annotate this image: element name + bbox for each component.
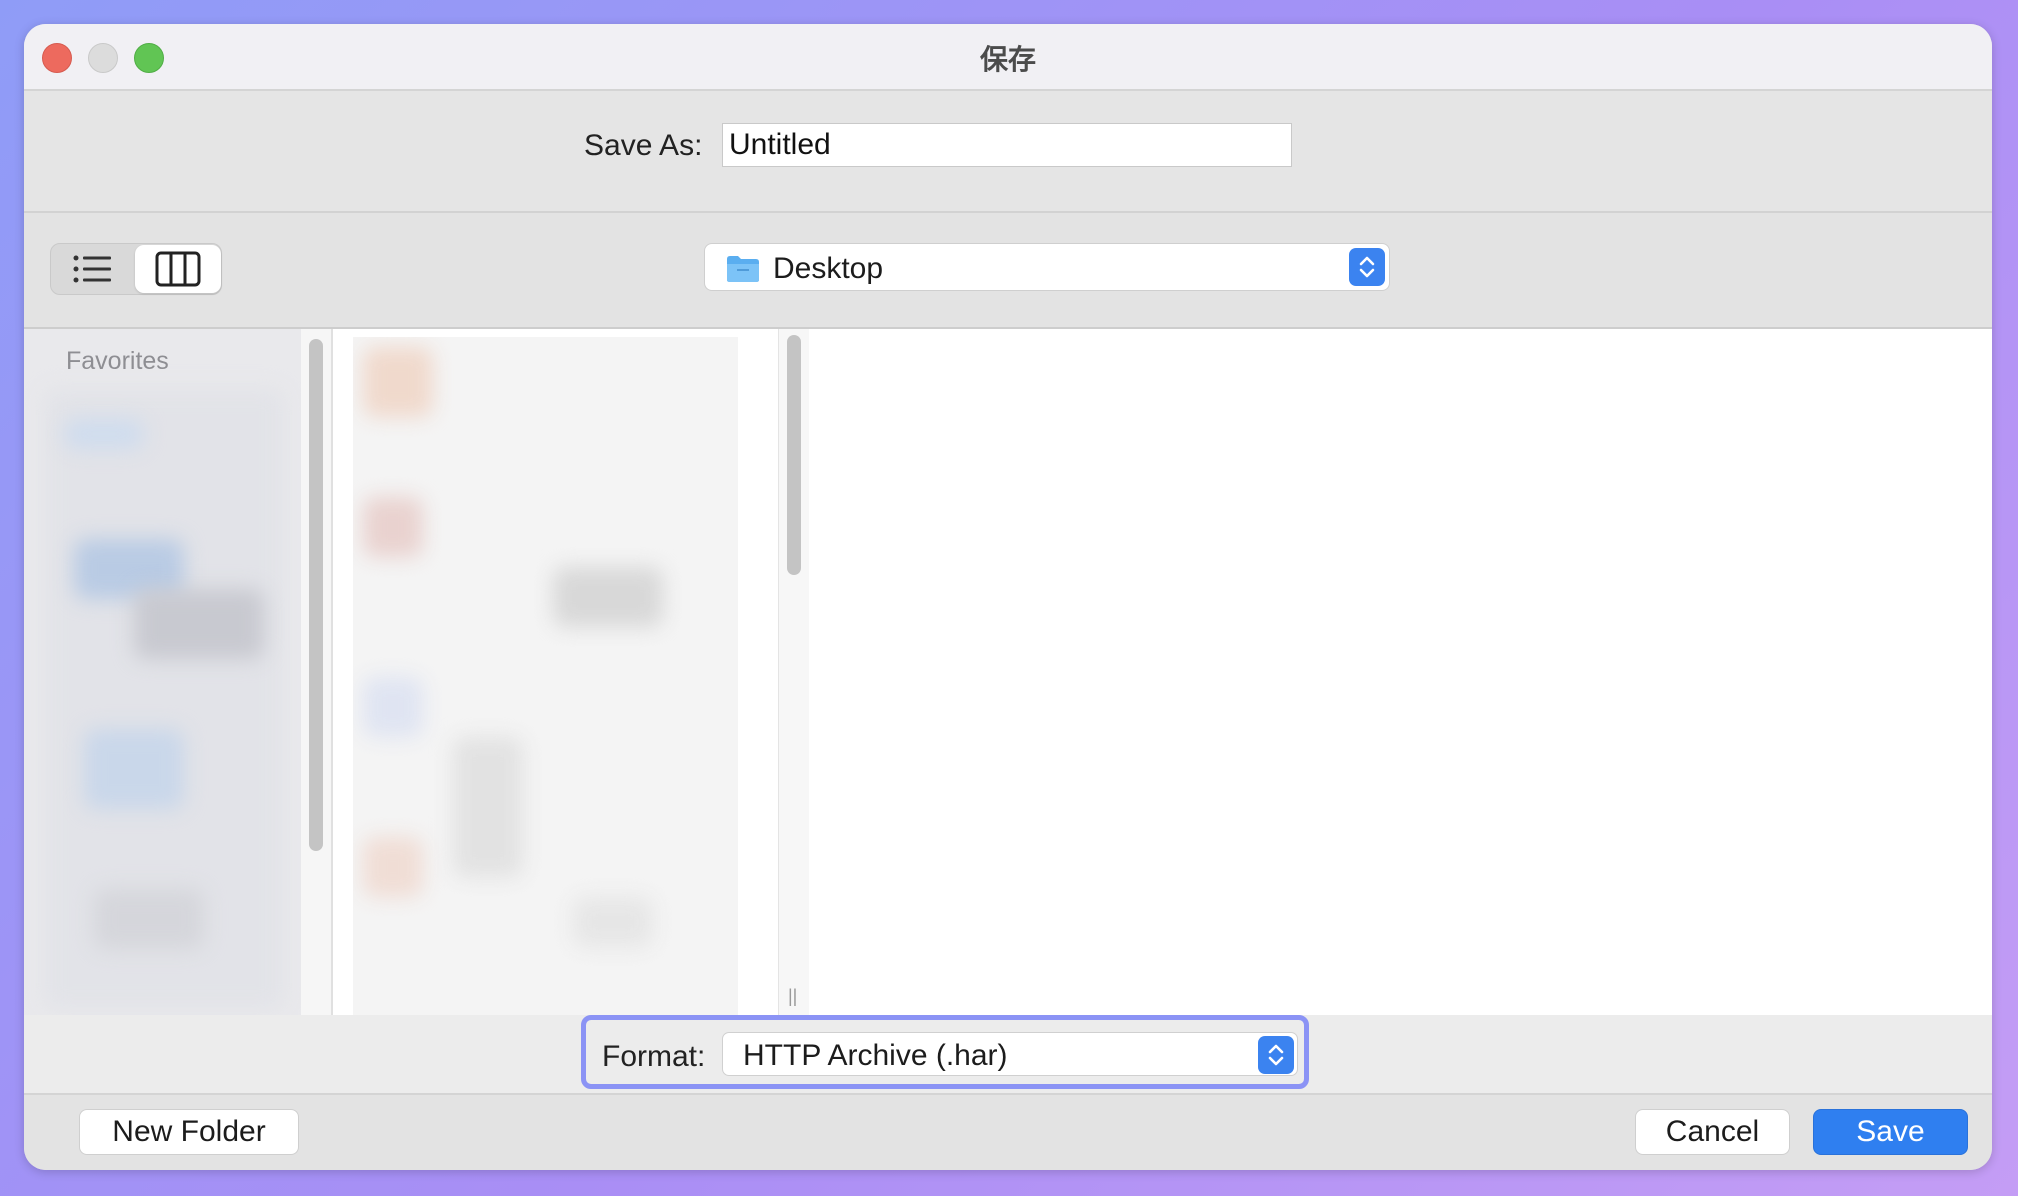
blurred-sidebar-item	[64, 419, 144, 449]
format-row: Format: HTTP Archive (.har)	[24, 1015, 1992, 1095]
column-1-scrollbar[interactable]: ||	[778, 329, 810, 1015]
location-stepper[interactable]	[1349, 248, 1385, 286]
list-view-button[interactable]	[51, 244, 135, 294]
blurred-file-item	[363, 347, 433, 417]
blurred-file-item	[363, 837, 423, 897]
blurred-file-item	[363, 677, 423, 737]
save-as-label: Save As:	[584, 129, 703, 162]
sidebar-scroll-thumb[interactable]	[309, 339, 323, 851]
folder-icon	[727, 256, 759, 282]
location-popup[interactable]: Desktop	[704, 243, 1390, 291]
browser-column-2[interactable]	[809, 329, 1992, 1015]
save-dialog-window: 保存 Save As: Untitled Desktop Favorites |…	[24, 24, 1992, 1170]
blurred-sidebar-item	[84, 729, 184, 809]
up-down-chevron-icon	[1268, 1044, 1284, 1066]
blurred-file-item	[363, 497, 423, 557]
blurred-file-item	[553, 567, 663, 627]
blurred-sidebar-item	[94, 889, 204, 949]
bottom-button-bar: New Folder Cancel Save	[24, 1095, 1992, 1170]
cancel-button[interactable]: Cancel	[1635, 1109, 1790, 1155]
location-label: Desktop	[773, 252, 884, 285]
sidebar: Favorites	[24, 329, 301, 1015]
favorites-heading: Favorites	[66, 347, 169, 375]
blurred-file-item	[573, 897, 653, 947]
view-mode-segmented-control	[50, 243, 222, 295]
new-folder-button[interactable]: New Folder	[79, 1109, 299, 1155]
column-1-scroll-thumb[interactable]	[787, 335, 801, 575]
file-browser: Favorites ||	[24, 329, 1992, 1017]
title-bar: 保存	[24, 24, 1992, 91]
browser-column-1[interactable]	[333, 329, 779, 1017]
save-as-row: Save As:	[24, 91, 1992, 213]
column-view-icon	[155, 251, 201, 287]
sidebar-scrollbar[interactable]	[301, 329, 333, 1015]
up-down-chevron-icon	[1359, 256, 1375, 278]
window-title: 保存	[979, 44, 1036, 75]
column-view-button[interactable]	[135, 245, 221, 293]
format-stepper[interactable]	[1258, 1036, 1294, 1074]
blurred-file-item	[453, 737, 523, 877]
save-as-input[interactable]	[722, 123, 1292, 167]
toolbar: Desktop	[24, 213, 1992, 329]
format-popup[interactable]: HTTP Archive (.har)	[722, 1032, 1298, 1076]
save-button[interactable]: Save	[1813, 1109, 1968, 1155]
format-label: Format:	[602, 1040, 706, 1073]
list-view-icon	[73, 255, 111, 283]
format-value: HTTP Archive (.har)	[743, 1039, 1008, 1072]
column-resize-handle[interactable]: ||	[788, 986, 797, 1007]
blurred-file-list	[353, 337, 738, 1017]
blurred-sidebar-item	[134, 589, 264, 659]
format-focus-highlight: Format: HTTP Archive (.har)	[581, 1015, 1309, 1089]
